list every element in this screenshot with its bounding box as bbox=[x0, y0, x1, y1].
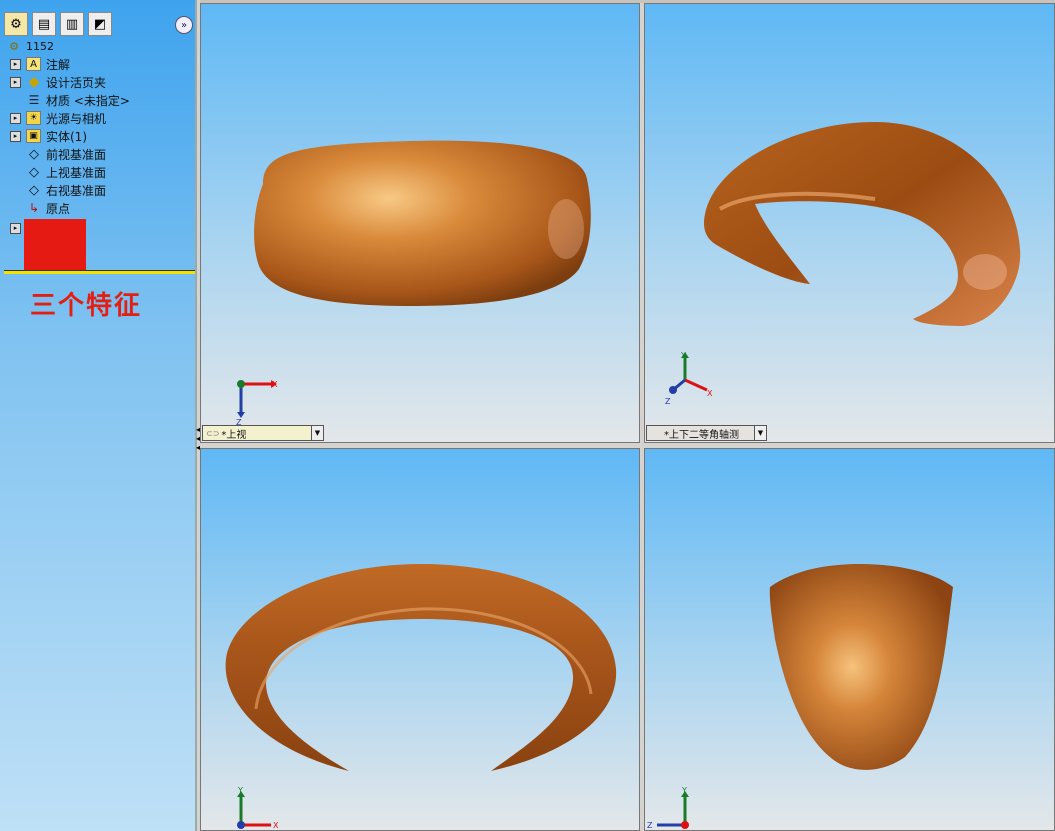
view-name-label: *上视 bbox=[221, 429, 247, 441]
axis-triad: X Z bbox=[236, 380, 278, 426]
tree-item-label: 设计活页夹 bbox=[46, 75, 107, 90]
expand-icon[interactable]: ▸ bbox=[10, 222, 21, 234]
axis-label-x: X bbox=[272, 380, 278, 389]
property-icon: ▤ bbox=[37, 16, 51, 32]
view-link-icon: ⊂⊃ bbox=[206, 428, 220, 438]
expand-icon[interactable]: ▸ bbox=[10, 130, 21, 142]
tree-item-label: 右视基准面 bbox=[46, 183, 107, 198]
expand-icon[interactable]: ▸ bbox=[10, 76, 21, 88]
light-icon: ☀ bbox=[26, 111, 41, 125]
viewport-trimetric-view[interactable]: Y X Z *上下二等角轴测 ▼ bbox=[644, 3, 1055, 443]
part-icon: ⚙ bbox=[10, 16, 22, 32]
expand-icon[interactable]: ▸ bbox=[10, 58, 21, 70]
viewport-right-view[interactable]: Y Z bbox=[644, 448, 1055, 831]
expand-icon[interactable]: ▸ bbox=[10, 112, 21, 124]
axis-triad: Y X bbox=[237, 786, 279, 830]
chevron-down-icon[interactable]: ▼ bbox=[311, 426, 323, 440]
solid-body-icon: ▣ bbox=[26, 129, 41, 143]
plane-icon: ◇ bbox=[29, 146, 39, 162]
tree-item-label: 原点 bbox=[46, 201, 71, 216]
part-icon: ⚙ bbox=[9, 39, 19, 53]
plane-icon: ◇ bbox=[29, 182, 39, 198]
configuration-manager-tab[interactable]: ▥ bbox=[60, 12, 84, 36]
display-icon: ◩ bbox=[93, 16, 107, 32]
ring-model-front-view bbox=[225, 564, 617, 771]
view-name-label: *上下二等角轴测 bbox=[664, 429, 739, 441]
feature-manager-panel: ⚙ ▤ ▥ ◩ » ⚙ 1152 ▸ A 注解 ▸ ◆ 设计活页夹 ☰ 材质 <… bbox=[0, 0, 197, 831]
axis-label-z: Z bbox=[665, 397, 671, 406]
axis-triad: Y X Z bbox=[665, 351, 713, 406]
material-icon: ☰ bbox=[28, 93, 40, 107]
axis-triad: Y Z bbox=[647, 786, 689, 830]
origin-icon: ↳ bbox=[28, 201, 40, 215]
expand-panel-button[interactable]: » bbox=[175, 16, 193, 34]
feature-manager-tab[interactable]: ⚙ bbox=[4, 12, 28, 36]
annotation-icon: A bbox=[26, 57, 41, 71]
axis-label-x: X bbox=[273, 821, 279, 830]
ring-model-right-view bbox=[769, 564, 953, 770]
view-name-box[interactable]: *上下二等角轴测 ▼ bbox=[646, 425, 767, 441]
tree-item-label: 材质 <未指定> bbox=[46, 93, 130, 108]
double-chevron-right-icon: » bbox=[180, 19, 188, 31]
feature-annotation: 三个特征 bbox=[30, 291, 143, 321]
display-manager-tab[interactable]: ◩ bbox=[88, 12, 112, 36]
manager-tabs: ⚙ ▤ ▥ ◩ » bbox=[0, 10, 197, 38]
tree-item-label: 上视基准面 bbox=[46, 165, 107, 180]
tree-root-label: 1152 bbox=[26, 39, 54, 53]
tree-item-label: 前视基准面 bbox=[46, 147, 107, 162]
viewport-top-view[interactable]: X Z ⊂⊃ *上视 ▼ bbox=[200, 3, 640, 443]
feature-cover-block bbox=[24, 219, 86, 274]
binder-icon: ◆ bbox=[28, 74, 40, 90]
axis-label-y: Y bbox=[680, 351, 686, 360]
viewport-front-view[interactable]: Y X bbox=[200, 448, 640, 831]
chevron-down-icon[interactable]: ▼ bbox=[754, 426, 766, 440]
axis-label-y: Y bbox=[681, 786, 687, 795]
view-name-box[interactable]: ⊂⊃ *上视 ▼ bbox=[202, 425, 324, 441]
property-manager-tab[interactable]: ▤ bbox=[32, 12, 56, 36]
tree-item-label: 光源与相机 bbox=[46, 111, 107, 126]
rollback-bar[interactable] bbox=[4, 270, 195, 274]
tree-item-label: 实体(1) bbox=[46, 129, 87, 144]
plane-icon: ◇ bbox=[29, 164, 39, 180]
axis-label-x: X bbox=[707, 389, 713, 398]
configuration-icon: ▥ bbox=[65, 16, 79, 32]
axis-label-y: Y bbox=[237, 786, 243, 795]
axis-label-z: Z bbox=[647, 821, 653, 830]
tree-item-label: 注解 bbox=[46, 57, 71, 72]
